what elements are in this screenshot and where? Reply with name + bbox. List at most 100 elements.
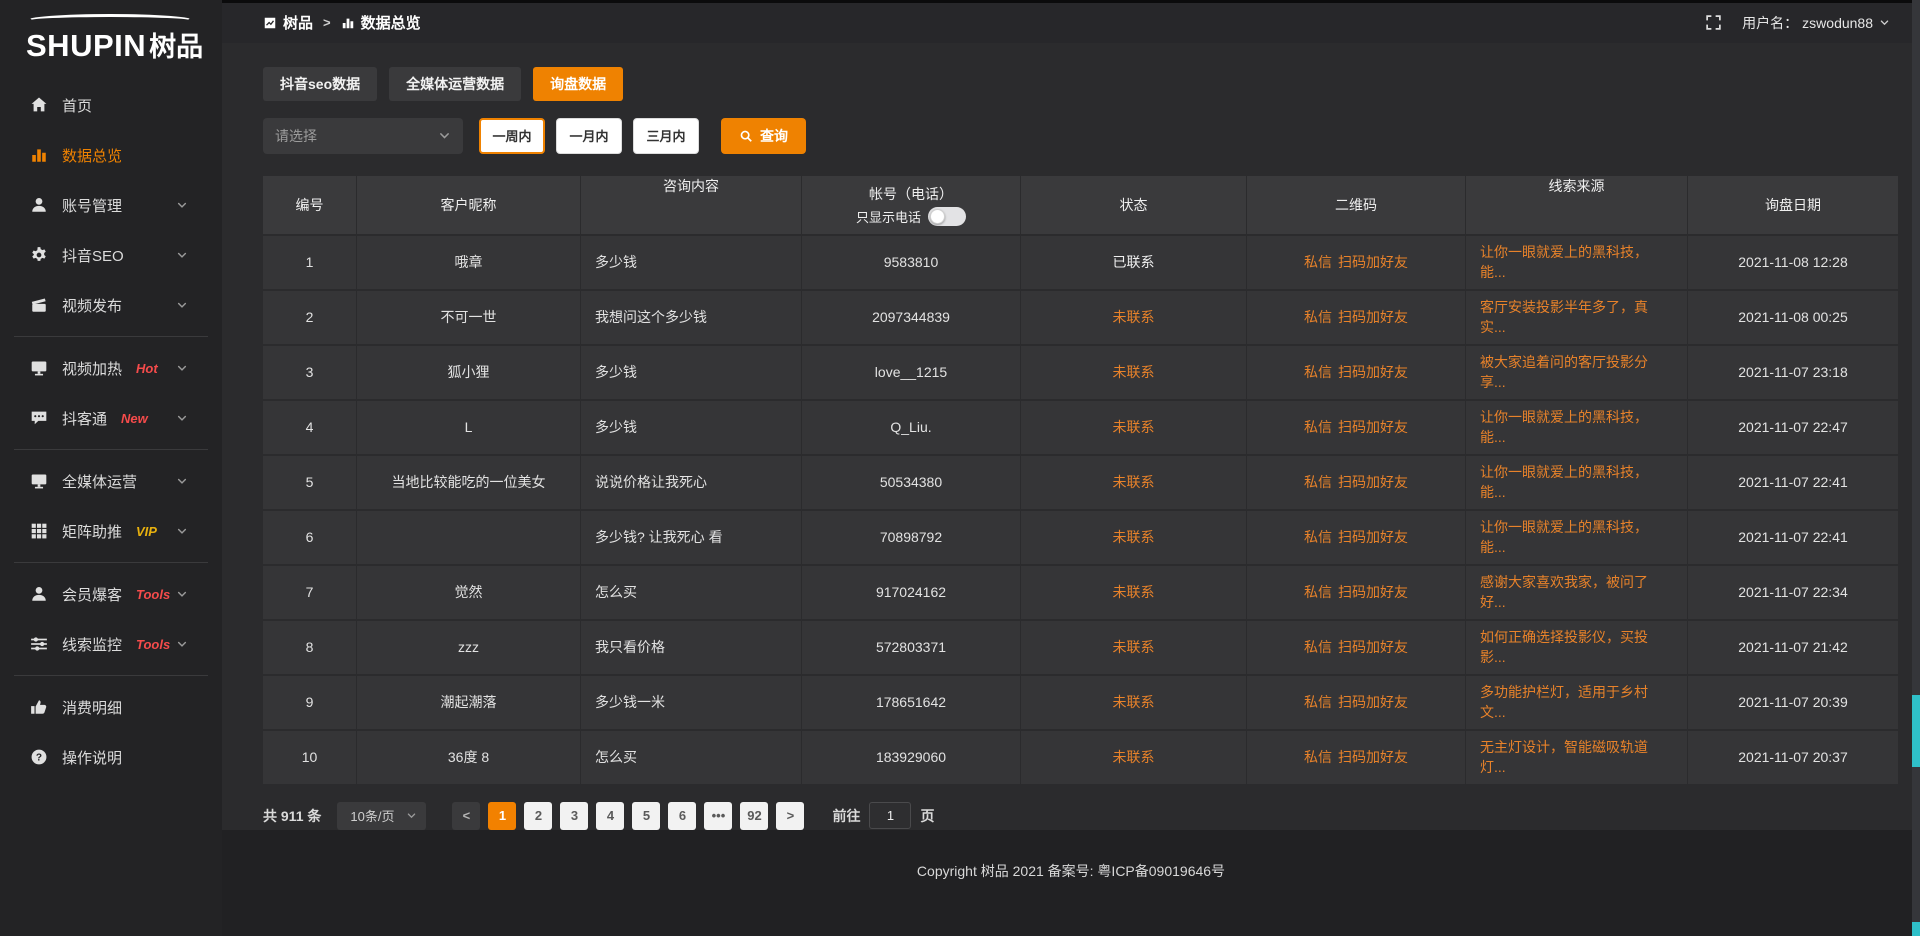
fullscreen-icon[interactable] (1705, 14, 1722, 31)
scan-add-friend-link[interactable]: 扫码加好友 (1338, 582, 1408, 602)
private-message-link[interactable]: 私信 (1304, 637, 1332, 657)
sidebar-item-home[interactable]: 首页 (0, 80, 222, 130)
scan-add-friend-link[interactable]: 扫码加好友 (1338, 692, 1408, 712)
tab-inquiry-data[interactable]: 询盘数据 (533, 67, 623, 101)
app-window: SHUPIN 树品 首页数据总览账号管理抖音SEO视频发布视频加热Hot抖客通N… (0, 0, 1920, 936)
tab-douyin-seo-data[interactable]: 抖音seo数据 (263, 67, 377, 101)
status-badge: 未联系 (1113, 472, 1155, 492)
sidebar-item-expense-detail[interactable]: 消费明细 (0, 682, 222, 732)
scan-add-friend-link[interactable]: 扫码加好友 (1338, 527, 1408, 547)
page-button-5[interactable]: 5 (632, 802, 660, 830)
page-button-3[interactable]: 3 (560, 802, 588, 830)
cell-date: 2021-11-07 20:39 (1688, 676, 1898, 729)
cell-account: 917024162 (802, 566, 1021, 619)
breadcrumb-label: 树品 (283, 12, 313, 33)
cell-nickname: L (357, 401, 581, 454)
lead-source-link[interactable]: 客厅安装投影半年多了，真实... (1480, 297, 1673, 337)
private-message-link[interactable]: 私信 (1304, 417, 1332, 437)
sidebar-item-account-management[interactable]: 账号管理 (0, 180, 222, 230)
brand-logo[interactable]: SHUPIN 树品 (0, 0, 222, 70)
table-header: 编号客户昵称咨询内容帐号（电话）只显示电话状态二维码线索来源询盘日期 (263, 176, 1898, 236)
sidebar-item-lead-monitor[interactable]: 线索监控Tools (0, 619, 222, 669)
sidebar-item-member-baoke[interactable]: 会员爆客Tools (0, 569, 222, 619)
status-badge: 未联系 (1113, 527, 1155, 547)
scan-add-friend-link[interactable]: 扫码加好友 (1338, 747, 1408, 767)
sidebar-item-badge: Hot (136, 361, 158, 376)
scrollbar-thumb-bottom[interactable] (1912, 922, 1920, 936)
page-ellipsis-button[interactable]: ••• (704, 802, 732, 830)
lead-source-link[interactable]: 多功能护栏灯，适用于乡村文... (1480, 682, 1673, 722)
sidebar-item-matrix-boost[interactable]: 矩阵助推VIP (0, 506, 222, 556)
bar-chart-icon (341, 16, 355, 30)
sidebar-item-operation-guide[interactable]: ?操作说明 (0, 732, 222, 782)
prev-page-button[interactable]: < (452, 802, 480, 830)
page-button-1[interactable]: 1 (488, 802, 516, 830)
range-button-month[interactable]: 一月内 (556, 118, 622, 154)
private-message-link[interactable]: 私信 (1304, 582, 1332, 602)
page-button-92[interactable]: 92 (740, 802, 768, 830)
cell-nickname: 潮起潮落 (357, 676, 581, 729)
breadcrumb-item-1[interactable]: 数据总览 (341, 12, 421, 33)
breadcrumb-item-0[interactable]: 树品 (263, 12, 313, 33)
sidebar-item-badge: VIP (136, 524, 157, 539)
scan-add-friend-link[interactable]: 扫码加好友 (1338, 307, 1408, 327)
next-page-button[interactable]: > (776, 802, 804, 830)
sidebar-item-omni-media[interactable]: 全媒体运营 (0, 456, 222, 506)
sidebar-item-video-heating[interactable]: 视频加热Hot (0, 343, 222, 393)
sidebar-divider (14, 562, 208, 563)
sidebar-item-badge: New (121, 411, 148, 426)
goto-page-input[interactable] (869, 802, 911, 829)
private-message-link[interactable]: 私信 (1304, 692, 1332, 712)
private-message-link[interactable]: 私信 (1304, 472, 1332, 492)
chevron-down-icon (438, 129, 451, 142)
private-message-link[interactable]: 私信 (1304, 527, 1332, 547)
page-size-select[interactable]: 10条/页 (337, 802, 426, 830)
page-button-6[interactable]: 6 (668, 802, 696, 830)
scan-add-friend-link[interactable]: 扫码加好友 (1338, 472, 1408, 492)
private-message-link[interactable]: 私信 (1304, 362, 1332, 382)
table-row: 3狐小狸多少钱love__1215未联系私信扫码加好友被大家追着问的客厅投影分享… (263, 346, 1898, 401)
range-button-quarter[interactable]: 三月内 (633, 118, 699, 154)
sidebar-item-douketong[interactable]: 抖客通New (0, 393, 222, 443)
page-button-4[interactable]: 4 (596, 802, 624, 830)
scrollbar-thumb[interactable] (1912, 695, 1920, 767)
scan-add-friend-link[interactable]: 扫码加好友 (1338, 637, 1408, 657)
private-message-link[interactable]: 私信 (1304, 307, 1332, 327)
lead-source-link[interactable]: 让你一眼就爱上的黑科技，能... (1480, 242, 1673, 282)
cell-id: 1 (263, 236, 357, 289)
lead-source-link[interactable]: 让你一眼就爱上的黑科技，能... (1480, 517, 1673, 557)
lead-source-link[interactable]: 让你一眼就爱上的黑科技，能... (1480, 462, 1673, 502)
filter-select[interactable]: 请选择 (263, 118, 463, 154)
lead-source-link[interactable]: 被大家追着问的客厅投影分享... (1480, 352, 1673, 392)
user-menu[interactable]: 用户名：zswodun88 (1742, 13, 1890, 33)
scan-add-friend-link[interactable]: 扫码加好友 (1338, 362, 1408, 382)
phone-only-toggle[interactable] (928, 207, 966, 226)
sidebar-item-label: 首页 (62, 95, 92, 116)
cell-nickname: 哦章 (357, 236, 581, 289)
column-header-id: 编号 (263, 176, 357, 234)
cell-id: 6 (263, 511, 357, 564)
search-button[interactable]: 查询 (721, 118, 806, 154)
line-chart-icon (263, 16, 277, 30)
lead-source-link[interactable]: 让你一眼就爱上的黑科技，能... (1480, 407, 1673, 447)
tab-omni-media-data[interactable]: 全媒体运营数据 (389, 67, 521, 101)
sidebar-item-video-publish[interactable]: 视频发布 (0, 280, 222, 330)
scan-add-friend-link[interactable]: 扫码加好友 (1338, 252, 1408, 272)
lead-source-link[interactable]: 无主灯设计，智能磁吸轨道灯... (1480, 737, 1673, 777)
bar-chart-icon (30, 146, 48, 164)
sidebar-item-douyin-seo[interactable]: 抖音SEO (0, 230, 222, 280)
range-button-week[interactable]: 一周内 (479, 118, 545, 154)
cell-qrcode: 私信扫码加好友 (1247, 236, 1466, 289)
chevron-down-icon (1879, 17, 1890, 28)
sidebar-item-data-overview[interactable]: 数据总览 (0, 130, 222, 180)
private-message-link[interactable]: 私信 (1304, 252, 1332, 272)
cell-qrcode: 私信扫码加好友 (1247, 291, 1466, 344)
lead-source-link[interactable]: 感谢大家喜欢我家，被问了好... (1480, 572, 1673, 612)
total-count-label: 共 911 条 (263, 806, 321, 826)
scan-add-friend-link[interactable]: 扫码加好友 (1338, 417, 1408, 437)
page-button-2[interactable]: 2 (524, 802, 552, 830)
lead-source-link[interactable]: 如何正确选择投影仪，买投影... (1480, 627, 1673, 667)
cell-qrcode: 私信扫码加好友 (1247, 676, 1466, 729)
private-message-link[interactable]: 私信 (1304, 747, 1332, 767)
quick-range-group: 一周内一月内三月内 (479, 118, 699, 154)
